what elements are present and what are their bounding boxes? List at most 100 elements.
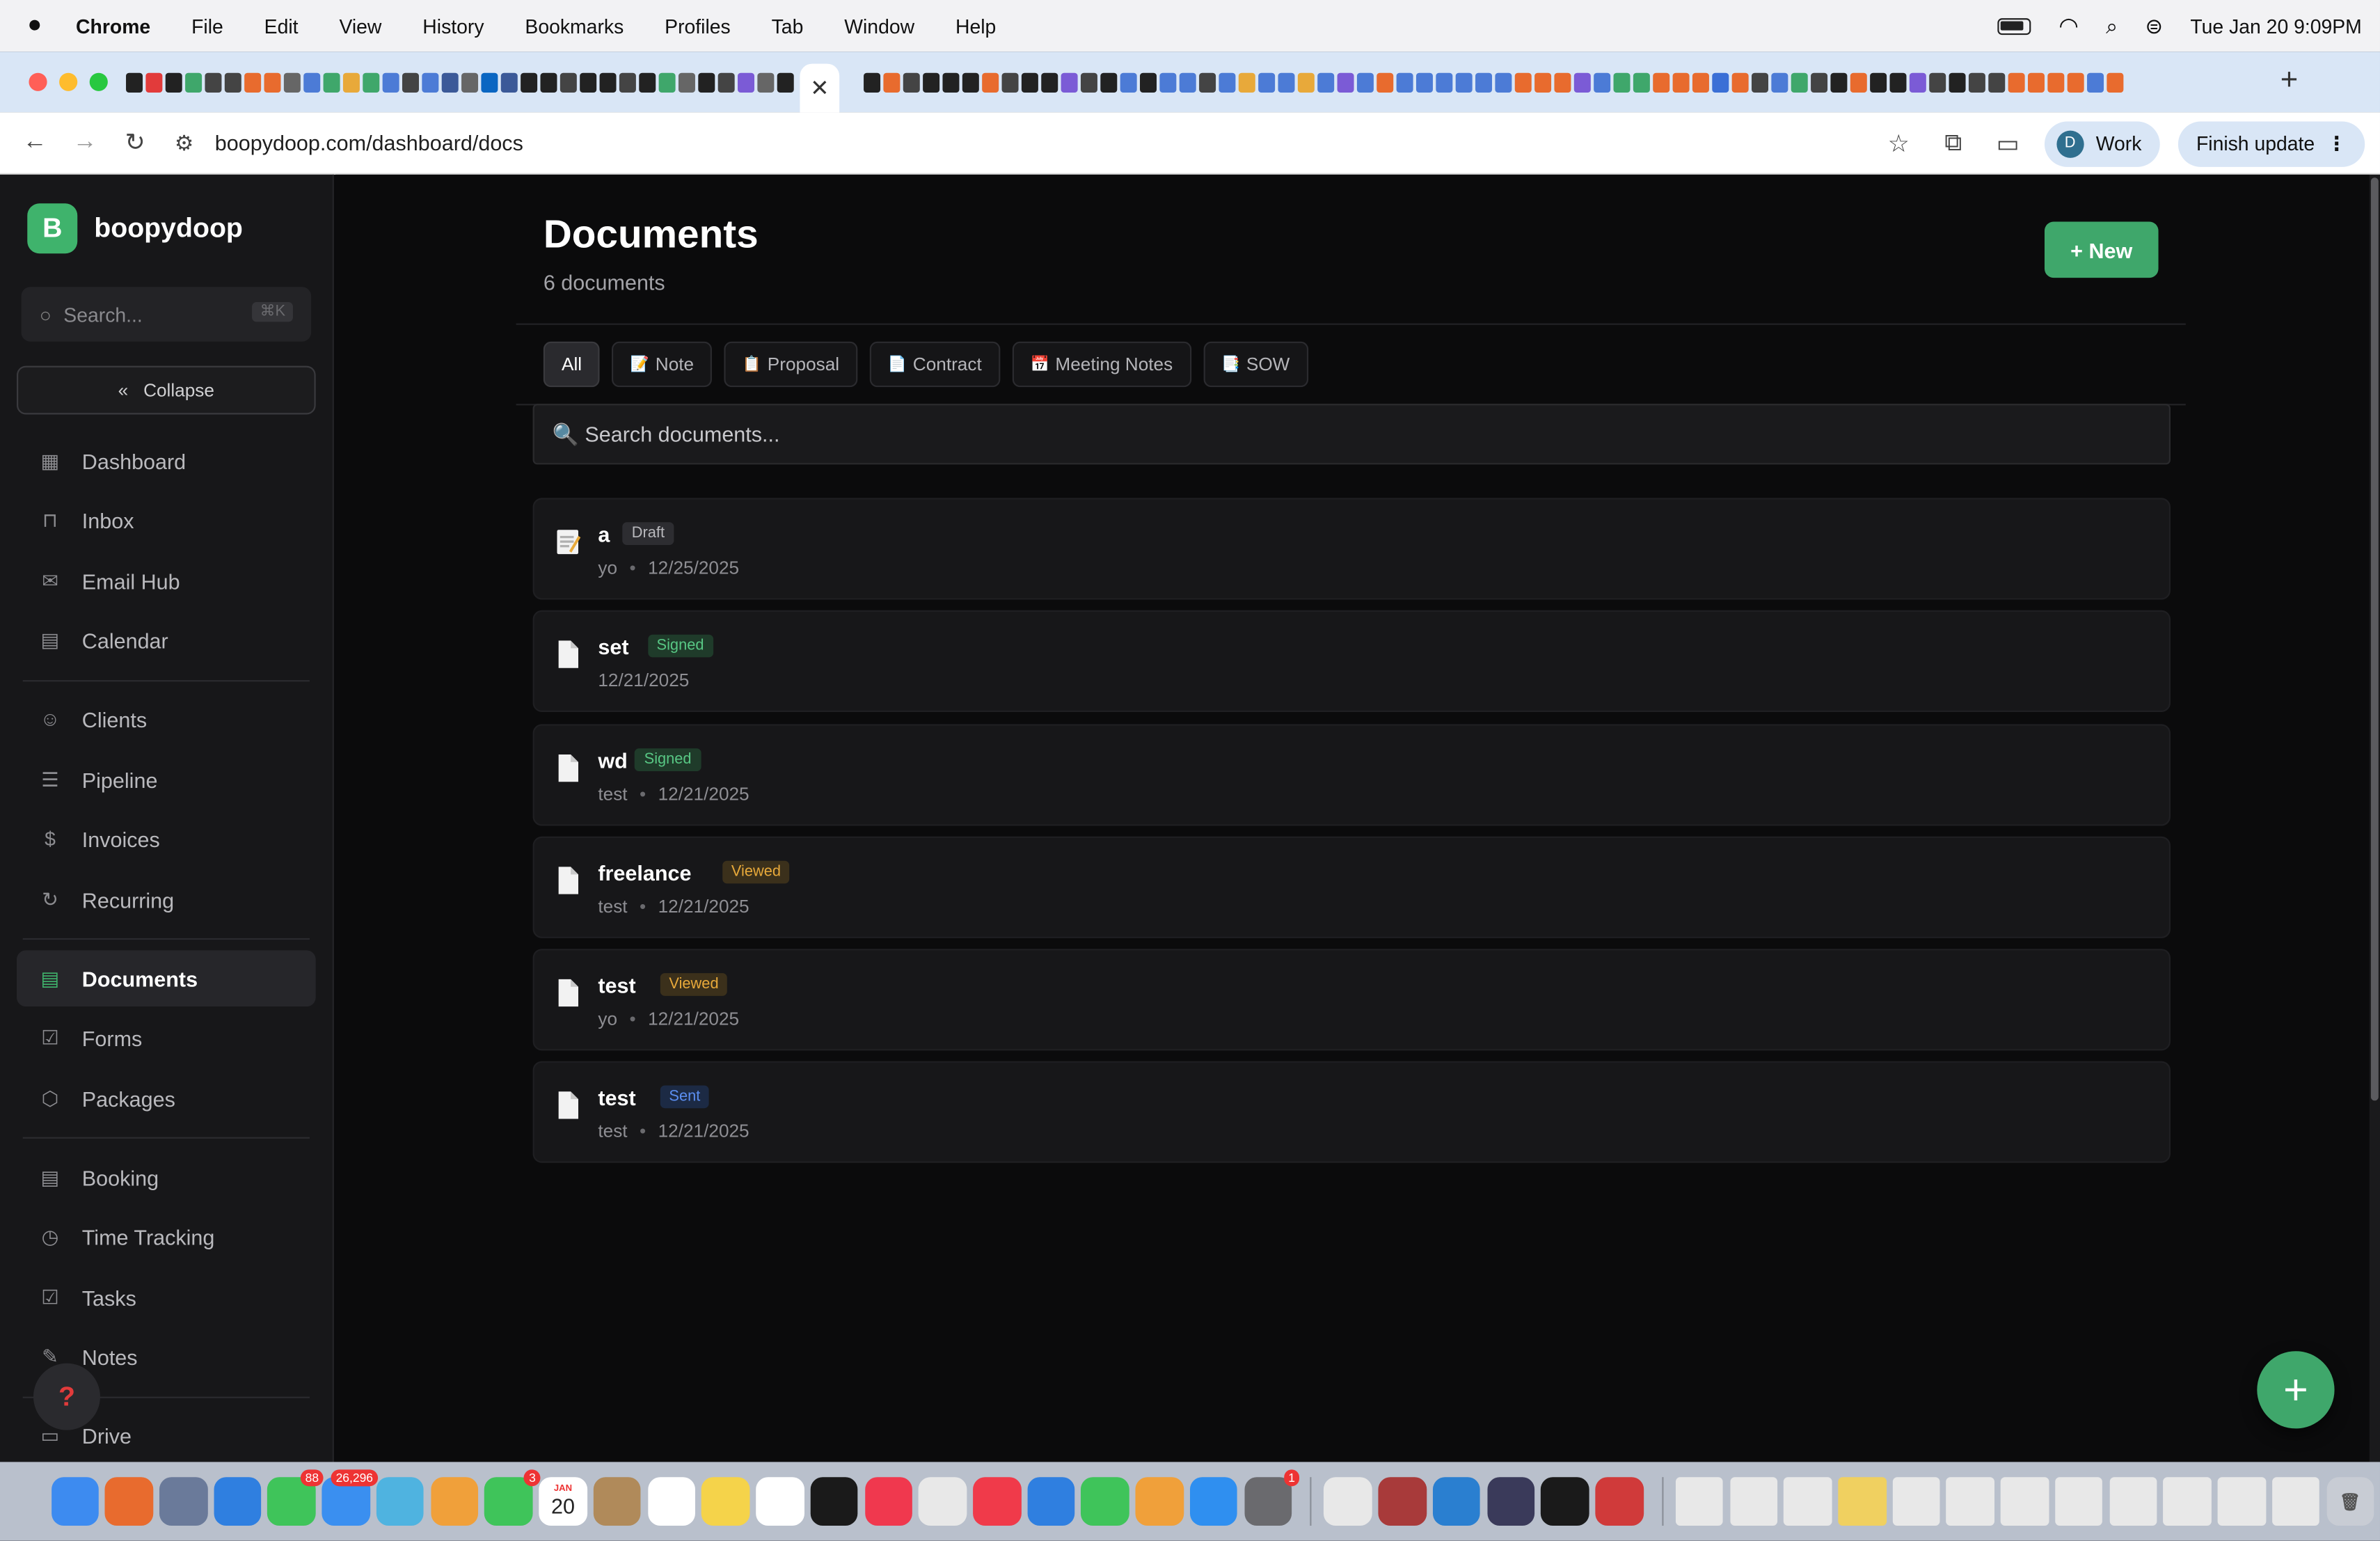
pinned-tab-favicon[interactable] xyxy=(185,72,203,92)
pinned-tab-favicon[interactable] xyxy=(1554,72,1571,92)
pinned-tab-favicon[interactable] xyxy=(1179,72,1196,92)
sidebar-item-clients[interactable]: ☺ Clients xyxy=(17,692,316,748)
pinned-tab-favicon[interactable] xyxy=(1929,72,1946,92)
pinned-tab-favicon[interactable] xyxy=(1159,72,1177,92)
pinned-tab-favicon[interactable] xyxy=(962,72,979,92)
battery-icon[interactable] xyxy=(1998,17,2032,35)
dock-app-notes[interactable] xyxy=(701,1477,750,1526)
pinned-tab-favicon[interactable] xyxy=(283,72,301,92)
site-info-icon[interactable]: ⚙ xyxy=(175,129,193,155)
pinned-tab-favicon[interactable] xyxy=(1258,72,1276,92)
pinned-tab-favicon[interactable] xyxy=(757,72,775,92)
scrollbar-thumb[interactable] xyxy=(2370,177,2379,1101)
sidebar-item-documents[interactable]: ▤ Documents xyxy=(16,950,316,1007)
pinned-tab-favicon[interactable] xyxy=(540,72,557,92)
pinned-tab-favicon[interactable] xyxy=(2027,72,2045,92)
pinned-tab-favicon[interactable] xyxy=(619,72,636,92)
wifi-icon[interactable]: ◠ xyxy=(2058,12,2079,40)
pinned-tab-favicon[interactable] xyxy=(2087,72,2104,92)
pinned-tab-favicon[interactable] xyxy=(461,72,479,92)
new-tab-button[interactable]: + xyxy=(2280,64,2298,99)
zoom-window-button[interactable] xyxy=(89,72,108,91)
pinned-tab-favicon[interactable] xyxy=(1771,72,1788,92)
pinned-tab-favicon[interactable] xyxy=(323,72,340,92)
dock-app-stack[interactable] xyxy=(1486,1477,1535,1526)
pinned-tab-favicon[interactable] xyxy=(1021,72,1038,92)
address-bar-url[interactable]: boopydoop.com/dashboard/docs xyxy=(215,131,523,155)
filter-tab-proposal[interactable]: 📋 Proposal xyxy=(724,341,858,388)
pinned-tab-favicon[interactable] xyxy=(382,72,399,92)
kebab-menu-icon[interactable]: ⋮ xyxy=(2327,132,2347,156)
pinned-tab-favicon[interactable] xyxy=(982,72,999,92)
dock-app-contacts[interactable] xyxy=(593,1477,642,1526)
pinned-tab-favicon[interactable] xyxy=(342,72,360,92)
dock-recent-window[interactable] xyxy=(2001,1477,2049,1526)
pinned-tab-favicon[interactable] xyxy=(639,72,656,92)
dock-app-maps[interactable] xyxy=(376,1477,425,1526)
dock-recent-window[interactable] xyxy=(1838,1477,1887,1526)
pinned-tab-favicon[interactable] xyxy=(903,72,920,92)
menu-file[interactable]: File xyxy=(191,15,223,38)
dock-app-app-store[interactable] xyxy=(1189,1477,1238,1526)
dock-app-calendar[interactable]: JAN 20 xyxy=(539,1477,587,1526)
active-tab[interactable]: ✕ xyxy=(800,63,840,113)
pinned-tab-favicon[interactable] xyxy=(1731,72,1749,92)
pinned-tab-favicon[interactable] xyxy=(1140,72,1157,92)
pinned-tab-favicon[interactable] xyxy=(658,72,676,92)
trash-icon[interactable]: 🗑 xyxy=(2326,1477,2374,1526)
pinned-tab-favicon[interactable] xyxy=(402,72,419,92)
pinned-tab-favicon[interactable] xyxy=(580,72,597,92)
tab-search-icon[interactable]: ▭ xyxy=(1990,128,2026,159)
pinned-tab-favicon[interactable] xyxy=(2008,72,2025,92)
dock-recent-window[interactable] xyxy=(2109,1477,2157,1526)
pinned-tab-favicon[interactable] xyxy=(1870,72,1887,92)
sidebar-item-calendar[interactable]: ▤ Calendar xyxy=(17,613,316,669)
pinned-tab-favicon[interactable] xyxy=(1278,72,1295,92)
pinned-tab-favicon[interactable] xyxy=(1613,72,1631,92)
pinned-tab-favicon[interactable] xyxy=(244,72,262,92)
document-title[interactable]: test xyxy=(598,1086,635,1111)
bookmark-star-icon[interactable]: ☆ xyxy=(1880,128,1917,159)
pinned-tab-favicon[interactable] xyxy=(441,72,459,92)
pinned-tab-favicon[interactable] xyxy=(1968,72,1985,92)
pinned-tab-favicon[interactable] xyxy=(678,72,695,92)
dock-app-launchpad[interactable] xyxy=(105,1477,153,1526)
pinned-tab-favicon[interactable] xyxy=(1377,72,1394,92)
dock-app-facetime[interactable]: 3 xyxy=(484,1469,541,1526)
sidebar-item-recurring[interactable]: ↻ Recurring xyxy=(17,871,316,928)
pinned-tab-favicon[interactable] xyxy=(717,72,735,92)
document-row[interactable]: test Sent test • 12/21/2025 xyxy=(532,1061,2171,1164)
pinned-tab-favicon[interactable] xyxy=(1001,72,1019,92)
dock-app-terminal[interactable] xyxy=(1541,1477,1589,1526)
pinned-tab-favicon[interactable] xyxy=(363,72,380,92)
pinned-tab-favicon[interactable] xyxy=(1633,72,1650,92)
dock-recent-window[interactable] xyxy=(2055,1477,2103,1526)
spotlight-search-icon[interactable]: ⌕ xyxy=(2106,13,2118,39)
sidebar-item-invoices[interactable]: $ Invoices xyxy=(17,812,316,868)
dock-recent-window[interactable] xyxy=(1675,1477,1724,1526)
pinned-tab-favicon[interactable] xyxy=(1317,72,1335,92)
dock-app-textedit[interactable] xyxy=(1324,1477,1372,1526)
pinned-tab-favicon[interactable] xyxy=(1534,72,1552,92)
pinned-tab-favicon[interactable] xyxy=(1889,72,1907,92)
close-window-button[interactable] xyxy=(29,72,47,91)
new-document-button[interactable]: + New xyxy=(2044,221,2159,278)
document-title[interactable]: set xyxy=(598,635,628,659)
pinned-tab-favicon[interactable] xyxy=(1199,72,1216,92)
pinned-tab-favicon[interactable] xyxy=(1455,72,1473,92)
pinned-tab-favicon[interactable] xyxy=(422,72,439,92)
profile-button[interactable]: D Work xyxy=(2044,120,2160,166)
pinned-tab-favicon[interactable] xyxy=(126,72,143,92)
pinned-tab-favicon[interactable] xyxy=(264,72,281,92)
menu-help[interactable]: Help xyxy=(955,15,996,38)
dock-app-dictionary[interactable] xyxy=(1378,1477,1427,1526)
pinned-tab-favicon[interactable] xyxy=(165,72,182,92)
pinned-tab-favicon[interactable] xyxy=(2047,72,2065,92)
dock-app-mail[interactable]: 26,296 xyxy=(322,1469,378,1526)
dock-app-vscode[interactable] xyxy=(1432,1477,1481,1526)
dock-recent-window[interactable] xyxy=(2271,1477,2320,1526)
sidebar-search-input[interactable]: ○ Search... ⌘K xyxy=(21,287,312,342)
pinned-tab-favicon[interactable] xyxy=(303,72,321,92)
pinned-tab-favicon[interactable] xyxy=(1850,72,1867,92)
pinned-tab-favicon[interactable] xyxy=(1988,72,2006,92)
